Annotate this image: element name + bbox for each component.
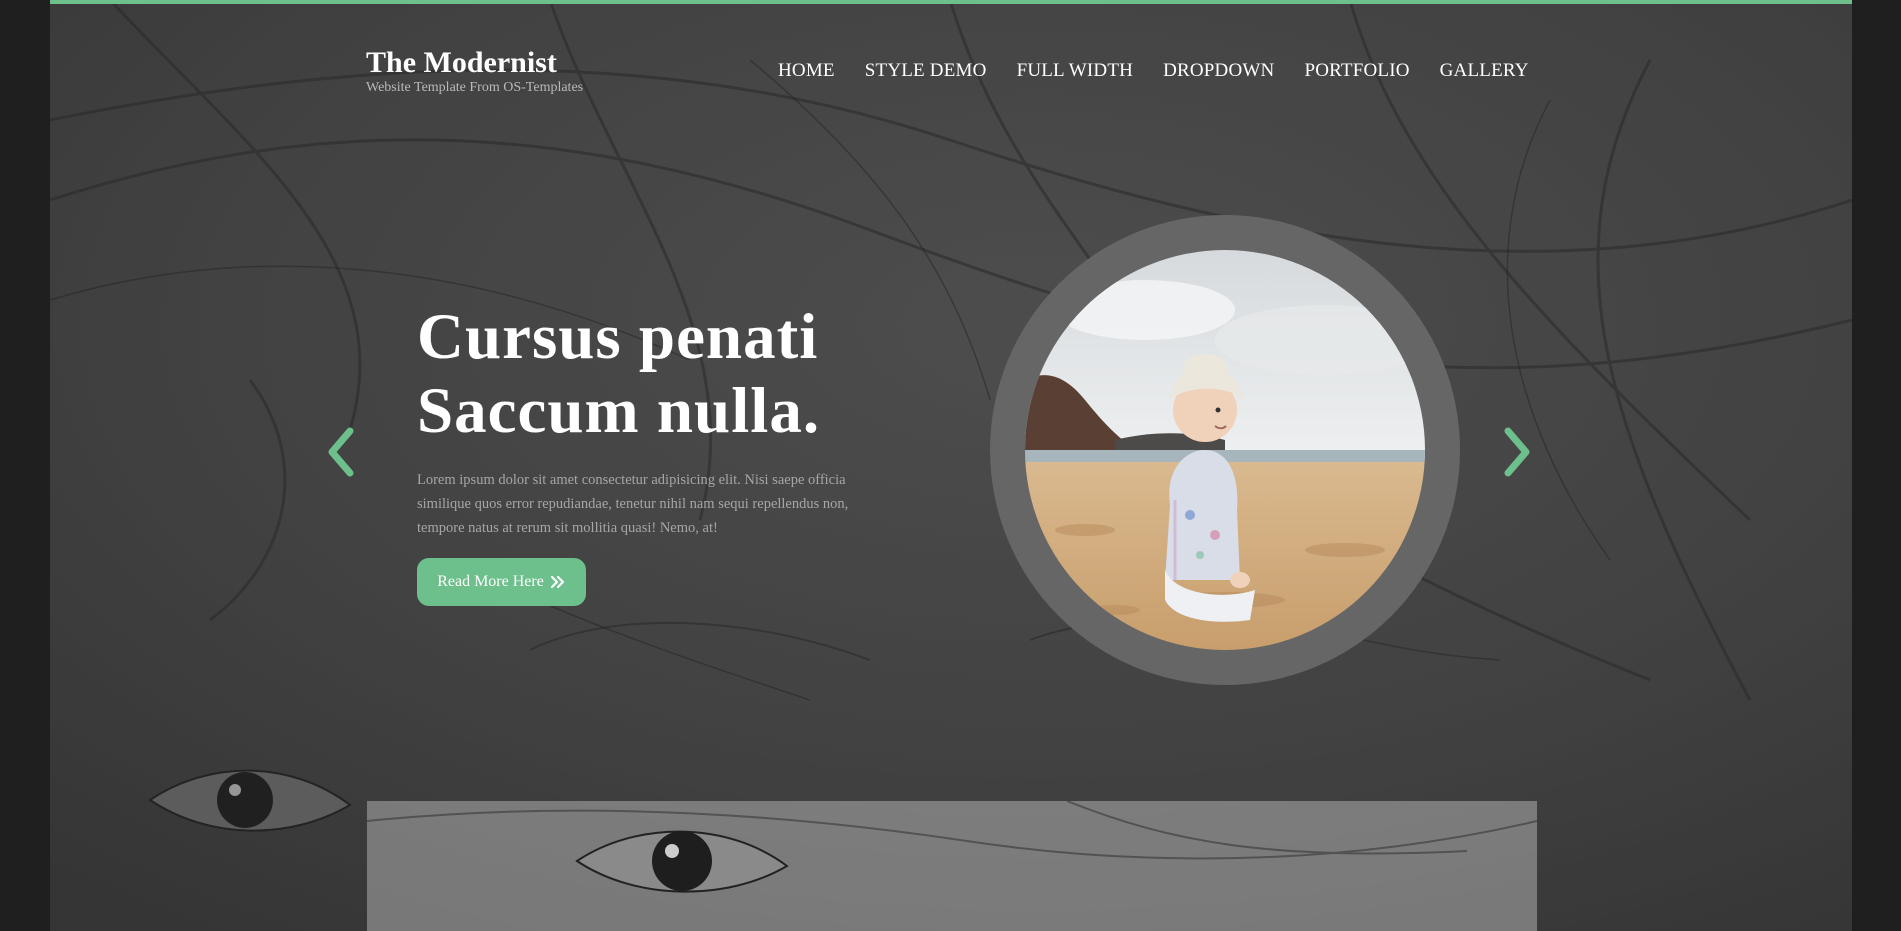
hero-title-line-1: Cursus penati xyxy=(417,301,819,373)
panel-background-sketch xyxy=(367,801,1537,893)
hero-photo xyxy=(1025,250,1425,650)
nav-item-home[interactable]: HOME xyxy=(778,60,835,82)
hero-title: Cursus penati Saccum nulla. xyxy=(417,300,887,448)
double-chevron-right-icon xyxy=(550,575,564,589)
page-wrapper: The Modernist Website Template From OS-T… xyxy=(50,0,1852,931)
nav-item-style-demo[interactable]: STYLE DEMO xyxy=(865,60,987,82)
hero-description: Lorem ipsum dolor sit amet consectetur a… xyxy=(417,472,849,536)
site-tagline: Website Template From OS-Templates xyxy=(366,80,584,95)
read-more-button[interactable]: Read More Here xyxy=(417,558,586,606)
nav-item-portfolio[interactable]: PORTFOLIO xyxy=(1304,60,1409,82)
site-logo[interactable]: The Modernist Website Template From OS-T… xyxy=(366,46,583,96)
site-header: The Modernist Website Template From OS-T… xyxy=(50,0,1852,120)
chevron-left-icon[interactable] xyxy=(322,425,362,479)
hero-title-line-2: Saccum nulla. xyxy=(417,375,821,447)
nav-item-full-width[interactable]: FULL WIDTH xyxy=(1017,60,1134,82)
hero-photo-frame xyxy=(990,215,1460,685)
hero-caption: Cursus penati Saccum nulla. Lorem ipsum … xyxy=(417,300,887,606)
read-more-label: Read More Here xyxy=(437,573,544,590)
chevron-right-icon[interactable] xyxy=(1496,425,1536,479)
site-title[interactable]: The Modernist xyxy=(366,46,583,80)
content-panel xyxy=(367,801,1537,931)
main-nav: HOME STYLE DEMO FULL WIDTH DROPDOWN PORT… xyxy=(778,60,1559,82)
sketch-eye-right xyxy=(575,830,789,893)
background-overlay xyxy=(50,0,1852,931)
nav-item-dropdown[interactable]: DROPDOWN xyxy=(1163,60,1274,82)
child-on-beach-image xyxy=(1025,250,1425,650)
nav-item-gallery[interactable]: GALLERY xyxy=(1440,60,1529,82)
